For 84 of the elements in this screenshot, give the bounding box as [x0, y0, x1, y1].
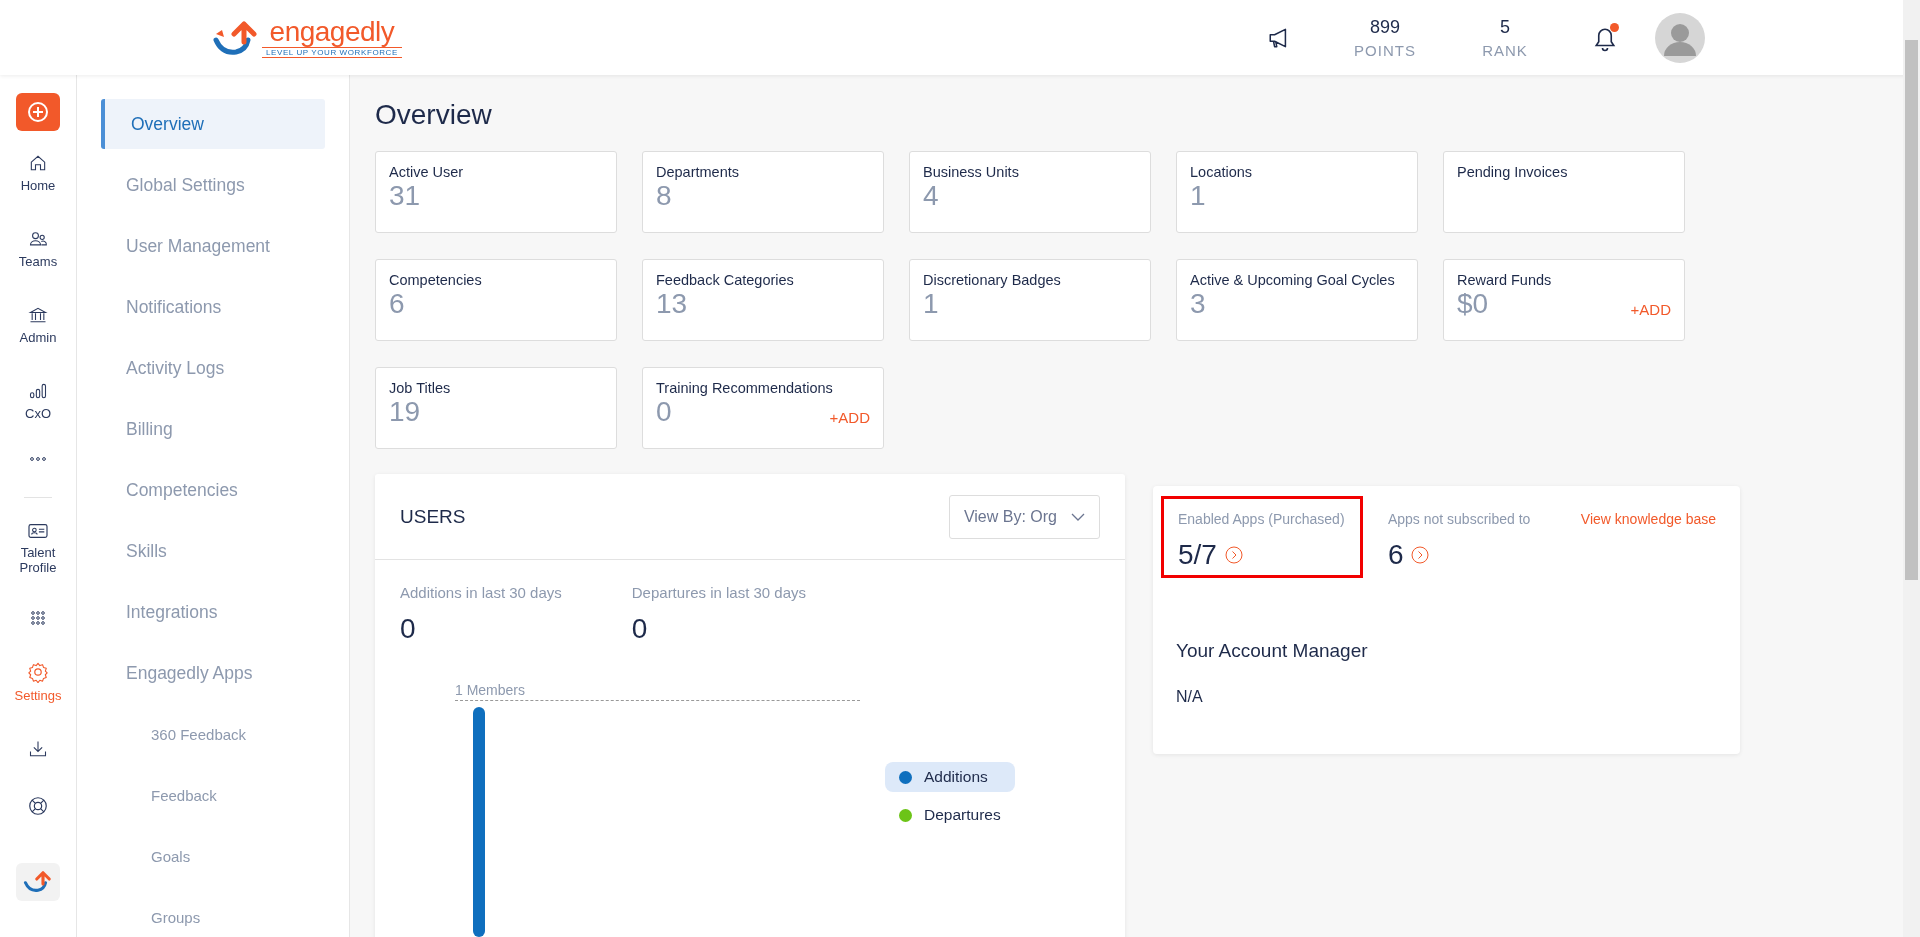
- more-icon: [30, 457, 46, 462]
- stat-value: 8: [656, 180, 672, 212]
- stat-label: Training Recommendations: [656, 380, 834, 396]
- stat-label: Reward Funds: [1457, 272, 1553, 288]
- menu-item[interactable]: 360 Feedback: [101, 709, 325, 759]
- logo-icon: [212, 19, 260, 56]
- menu-item[interactable]: Skills: [101, 526, 325, 576]
- account-manager-name: N/A: [1176, 688, 1204, 706]
- apps-label: Apps not subscribed to: [1387, 511, 1532, 527]
- rail-item[interactable]: Talent Profile: [10, 521, 66, 575]
- metric-value: 0: [631, 613, 649, 645]
- rank-value: 5: [1500, 16, 1510, 38]
- menu-item[interactable]: Groups: [101, 892, 325, 937]
- panel-title: USERS: [400, 505, 466, 528]
- menu-item[interactable]: Feedback: [101, 770, 325, 820]
- logo-tagline: LEVEL UP YOUR WORKFORCE: [262, 47, 402, 58]
- add-icon: [26, 100, 50, 125]
- stat-value: 19: [389, 396, 421, 428]
- metric-label: Additions in last 30 days: [400, 584, 562, 601]
- stat-value: 4: [923, 180, 939, 212]
- stat-label: Departments: [656, 164, 740, 180]
- stat-value: $0: [1457, 288, 1489, 320]
- logo-wordmark: engagedly: [269, 17, 395, 47]
- add-link[interactable]: +ADD: [829, 409, 870, 428]
- settings-icon: [27, 660, 49, 683]
- id-card-icon: [27, 521, 49, 540]
- menu-item[interactable]: Activity Logs: [101, 343, 325, 393]
- menu-item[interactable]: Competencies: [101, 465, 325, 515]
- rail-item[interactable]: [16, 862, 60, 901]
- rail-item[interactable]: Settings: [10, 660, 66, 703]
- stat-value: 13: [656, 288, 688, 320]
- stat-label: Active User: [389, 164, 465, 180]
- points-label: POINTS: [1354, 41, 1416, 59]
- stat-label: Business Units: [923, 164, 1020, 180]
- knowledge-base-link[interactable]: View knowledge base: [1580, 511, 1716, 527]
- menu-item[interactable]: Notifications: [101, 282, 325, 332]
- menu-item[interactable]: User Management: [101, 221, 325, 271]
- stat-label: Job Titles: [389, 380, 452, 396]
- legend-label: Additions: [924, 768, 988, 786]
- apps-value: 6: [1387, 539, 1404, 571]
- metric-value: 0: [400, 613, 417, 645]
- page-title: Overview: [375, 99, 493, 131]
- stat-value: 3: [1190, 288, 1206, 320]
- rail-item[interactable]: CxO: [10, 381, 66, 422]
- metric-label: Departures in last 30 days: [631, 584, 807, 601]
- menu-item[interactable]: Integrations: [101, 587, 325, 637]
- apps-value: 5/7: [1178, 539, 1217, 571]
- chevron-down-icon: [1071, 512, 1085, 521]
- points-value: 899: [1369, 16, 1400, 38]
- menu-item[interactable]: Overview: [101, 99, 325, 149]
- rail-item[interactable]: Admin: [10, 305, 66, 346]
- stat-label: Pending Invoices: [1457, 164, 1569, 180]
- stat-label: Feedback Categories: [656, 272, 795, 288]
- stat-label: Discretionary Badges: [923, 272, 1062, 288]
- menu-item[interactable]: Global Settings: [101, 160, 325, 210]
- chevron-circle-icon[interactable]: [1224, 546, 1243, 564]
- avatar-icon[interactable]: [1655, 12, 1705, 63]
- stat-label: Locations: [1190, 164, 1254, 180]
- logo-icon: [23, 870, 53, 894]
- legend-item[interactable]: Departures: [885, 800, 1015, 830]
- stat-value: 1: [1190, 180, 1206, 212]
- stat-label: Active & Upcoming Goal Cycles: [1190, 272, 1396, 288]
- account-manager-title: Your Account Manager: [1176, 640, 1369, 662]
- lifebuoy-icon: [27, 794, 49, 817]
- menu-item[interactable]: Billing: [101, 404, 325, 454]
- view-by-dropdown[interactable]: View By: Org: [948, 494, 1100, 539]
- rail-item[interactable]: Teams: [10, 229, 66, 270]
- rank-label: RANK: [1482, 41, 1528, 59]
- legend-label: Departures: [924, 806, 1001, 824]
- scrollbar[interactable]: [1903, 0, 1920, 937]
- apps-label: Enabled Apps (Purchased): [1178, 511, 1346, 527]
- stat-value: 6: [389, 288, 405, 320]
- reference-label: 1 Members: [455, 682, 527, 698]
- chevron-circle-icon[interactable]: [1411, 546, 1430, 564]
- menu-item[interactable]: Goals: [101, 831, 325, 881]
- stat-label: Competencies: [389, 272, 483, 288]
- stat-value: 1: [923, 288, 939, 320]
- menu-item[interactable]: Engagedly Apps: [101, 648, 325, 698]
- apps-grid-icon: [31, 610, 45, 625]
- add-link[interactable]: +ADD: [1630, 301, 1671, 320]
- stat-value: 31: [389, 180, 421, 212]
- rail-item[interactable]: Home: [10, 153, 66, 194]
- legend-item[interactable]: Additions: [885, 762, 1015, 792]
- stat-value: 0: [656, 396, 672, 428]
